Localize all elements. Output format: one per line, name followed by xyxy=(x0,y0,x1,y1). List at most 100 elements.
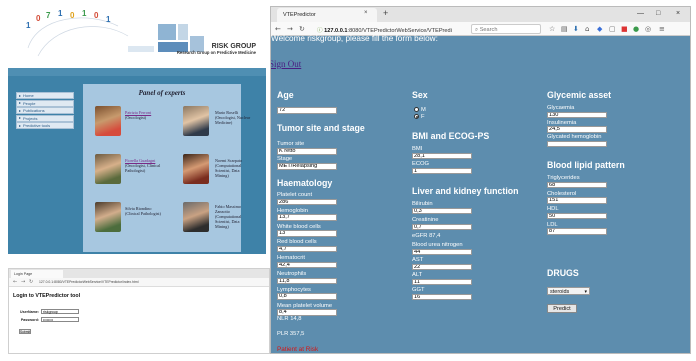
expert-role: (Oncologist) xyxy=(125,115,147,120)
nav-publications[interactable]: Publications xyxy=(16,107,74,114)
haematology-heading: Haematology xyxy=(277,178,333,188)
field-input[interactable]: 68 xyxy=(547,181,607,188)
maximize-button[interactable]: □ xyxy=(656,10,660,17)
svg-text:1: 1 xyxy=(82,9,87,18)
username-input[interactable]: riskgroup xyxy=(41,309,79,314)
experts-panel: Panel of experts Patrizia Ferroni (Oncol… xyxy=(83,84,250,252)
field-label: Platelet count xyxy=(277,192,313,198)
field-label: Blood urea nitrogen xyxy=(412,242,463,248)
forward-icon[interactable]: → xyxy=(21,279,25,285)
svg-text:0: 0 xyxy=(36,14,41,23)
field-input[interactable]: 24,5 xyxy=(547,126,607,133)
page-content: Welcome riskgroup, please fill the form … xyxy=(271,34,690,353)
field-input[interactable]: 11 xyxy=(412,278,472,285)
field-input[interactable]: 87 xyxy=(547,228,607,235)
expert-photo xyxy=(95,106,121,136)
nav-people[interactable]: People xyxy=(16,99,74,107)
home-icon[interactable]: ⌂ xyxy=(585,25,589,33)
site-subtitle: Research Group on Predictive Medicine xyxy=(176,50,256,55)
new-tab-button[interactable]: + xyxy=(383,8,388,18)
login-url[interactable]: 127.0.0.1:8080/VTEPredictorWebService/VT… xyxy=(39,280,209,285)
field-input[interactable]: 4,7 xyxy=(277,245,337,253)
login-address-bar: ← → ↻ 127.0.0.1:8080/VTEPredictorWebServ… xyxy=(9,278,269,287)
nav-home[interactable]: Home xyxy=(16,92,74,99)
sex-radio-m[interactable] xyxy=(414,107,419,112)
menu-icon[interactable]: ≡ xyxy=(659,25,665,33)
field-input[interactable]: 28,1 xyxy=(412,152,472,159)
forward-icon[interactable]: → xyxy=(287,25,293,33)
tumor-site-input[interactable]: K retto xyxy=(277,148,337,155)
field-input[interactable]: 13 xyxy=(277,230,337,237)
field-input[interactable]: 42,4 xyxy=(277,261,337,269)
minimize-button[interactable]: — xyxy=(637,10,644,17)
back-icon[interactable]: ← xyxy=(275,25,281,33)
sex-radio-f[interactable] xyxy=(414,114,419,119)
field-input[interactable]: 130 xyxy=(547,111,607,118)
field-input[interactable]: 151 xyxy=(547,197,607,204)
field-label: Red blood cells xyxy=(277,239,317,246)
tab-vtepredictor[interactable]: VTEPredictor xyxy=(277,8,377,22)
svg-text:1: 1 xyxy=(26,21,31,30)
field-input[interactable]: 50 xyxy=(547,212,607,219)
nav-projects[interactable]: Projects xyxy=(16,114,74,122)
field-input[interactable]: 44 xyxy=(412,248,472,255)
download-icon[interactable]: ⬇ xyxy=(573,25,579,33)
search-input[interactable]: ⌕ Search xyxy=(471,24,541,34)
field-label: Cholesterol xyxy=(547,190,577,197)
reload-icon[interactable]: ↻ xyxy=(299,25,305,33)
sign-out-link[interactable]: Sign Out xyxy=(271,59,301,69)
field-input[interactable]: 22 xyxy=(412,263,472,270)
field-label: Creatinine xyxy=(412,217,439,223)
field-label: Hemoglobin xyxy=(277,207,308,214)
drugs-select[interactable]: steroids ▾ xyxy=(547,287,590,295)
reload-icon[interactable]: ↻ xyxy=(29,279,33,285)
sync-icon[interactable]: ◎ xyxy=(645,25,651,33)
field-input[interactable] xyxy=(547,140,607,147)
header-graphic: 1 0 7 1 0 1 0 1 xyxy=(8,6,266,68)
expert-caption: Silvia Riondino (Clinical Pathologist) xyxy=(125,206,161,216)
field-input[interactable]: 0,3 xyxy=(412,207,472,214)
field-input[interactable]: 11,8 xyxy=(277,277,337,284)
extension-green-icon[interactable]: ● xyxy=(633,25,639,33)
field-input[interactable]: 0,8 xyxy=(277,293,337,300)
age-input[interactable]: 72 xyxy=(277,107,337,114)
screenshot-icon[interactable]: ▢ xyxy=(609,25,616,33)
plr-value: PLR 357,5 xyxy=(277,331,305,337)
field-label: LDL xyxy=(547,221,558,228)
liver-heading: Liver and kidney function xyxy=(412,186,519,196)
field-label: Glycaemia xyxy=(547,105,575,111)
expert-role: (Oncologist, Nuclear Medicine) xyxy=(215,115,251,125)
bookmark-star-icon[interactable]: ☆ xyxy=(549,25,555,33)
field-input[interactable]: 1 xyxy=(412,167,472,174)
username-label: UserName: xyxy=(20,310,39,314)
submit-button[interactable]: Submit xyxy=(19,329,31,334)
login-tab-bar: Login Page xyxy=(9,269,269,278)
field-input[interactable]: 16 xyxy=(412,293,472,300)
expert-role: (Computational Scientist, Data Mining) xyxy=(215,214,242,229)
field-input[interactable]: 0,7 xyxy=(412,223,472,230)
password-input[interactable]: •••••••• xyxy=(41,317,79,322)
pocket-icon[interactable]: ◆ xyxy=(597,25,602,33)
bmi-heading: BMI and ECOG-PS xyxy=(412,131,490,141)
predict-button[interactable]: Predict xyxy=(547,304,577,313)
extension-red-icon[interactable]: ■ xyxy=(621,25,628,33)
expert-caption: Fiorella Guadagni (Oncologist, Clinical … xyxy=(125,158,165,173)
svg-text:7: 7 xyxy=(46,11,51,20)
field-label: Hematocrit xyxy=(277,255,306,262)
stage-input[interactable]: MET/Relapsing xyxy=(277,163,337,170)
field-label: ALT xyxy=(412,272,423,278)
login-heading: Login to VTEPredictor tool xyxy=(13,293,81,299)
close-tab-icon[interactable]: × xyxy=(364,10,368,16)
svg-text:1: 1 xyxy=(58,9,63,18)
back-icon[interactable]: ← xyxy=(13,279,17,285)
field-input[interactable]: 286 xyxy=(277,198,337,205)
nav-predictive-tools[interactable]: Predictive tools xyxy=(16,122,74,129)
close-window-button[interactable]: × xyxy=(676,10,680,17)
field-input[interactable]: 13,7 xyxy=(277,214,337,221)
field-label: ECOG xyxy=(412,161,430,167)
field-input[interactable]: 8,4 xyxy=(277,309,337,316)
address-bar[interactable]: ⓘ 127.0.0.1:8080/VTEPredictorWebService/… xyxy=(315,24,463,34)
field-label: AST xyxy=(412,257,424,263)
login-tab[interactable]: Login Page xyxy=(11,270,63,278)
library-icon[interactable]: ▤ xyxy=(561,25,568,33)
